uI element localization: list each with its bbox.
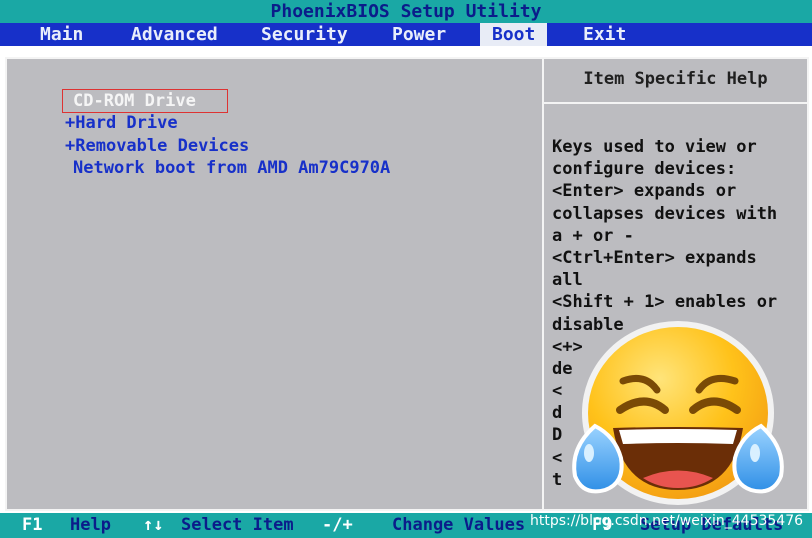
boot-item-removable[interactable]: +Removable Devices [65, 135, 249, 157]
key-arrows: ↑↓ [143, 515, 164, 535]
help-line: all [552, 270, 583, 291]
boot-item-hard-drive[interactable]: +Hard Drive [65, 112, 178, 134]
boot-item-label: Hard Drive [75, 113, 178, 133]
menu-bar: Main Advanced Security Power Boot Exit [0, 23, 812, 46]
help-line: <Ctrl+Enter> expands [552, 247, 757, 268]
panel-divider [542, 59, 544, 509]
key-f1: F1 [22, 515, 43, 535]
help-line: collapses devices with [552, 203, 778, 224]
boot-item-cdrom[interactable]: CD-ROM Drive [62, 89, 228, 113]
boot-item-label: Network boot from AMD Am79C970A [73, 158, 391, 178]
app-title: PhoenixBIOS Setup Utility [270, 1, 542, 22]
help-title: Item Specific Help [583, 69, 768, 89]
menu-main[interactable]: Main [40, 23, 83, 46]
menu-security[interactable]: Security [261, 23, 348, 46]
key-minus-plus: -/+ [322, 515, 353, 535]
menu-exit[interactable]: Exit [583, 23, 626, 46]
expand-plus-icon: + [65, 113, 76, 133]
menu-advanced[interactable]: Advanced [131, 23, 218, 46]
help-line: Keys used to view or [552, 137, 757, 157]
key-arrows-desc: Select Item [181, 515, 294, 535]
help-line: a + or - [552, 225, 634, 246]
key-f1-desc: Help [70, 515, 111, 535]
title-bar: PhoenixBIOS Setup Utility [0, 0, 812, 23]
help-line: <Shift + 1> enables or [552, 292, 778, 313]
boot-item-label: Removable Devices [75, 136, 250, 156]
help-line: <Enter> expands or [552, 181, 737, 202]
help-title-divider [544, 102, 807, 104]
boot-item-network[interactable]: Network boot from AMD Am79C970A [73, 157, 390, 179]
help-line: configure devices: [552, 159, 737, 180]
menu-power[interactable]: Power [392, 23, 446, 46]
expand-plus-icon: + [65, 136, 76, 156]
tears-of-joy-emoji-icon [572, 321, 784, 505]
menu-boot[interactable]: Boot [480, 23, 548, 46]
key-minus-plus-desc: Change Values [392, 515, 526, 535]
boot-item-label: CD-ROM Drive [73, 91, 196, 111]
watermark-url: https://blog.csdn.net/weixin_44535476 [530, 513, 804, 529]
